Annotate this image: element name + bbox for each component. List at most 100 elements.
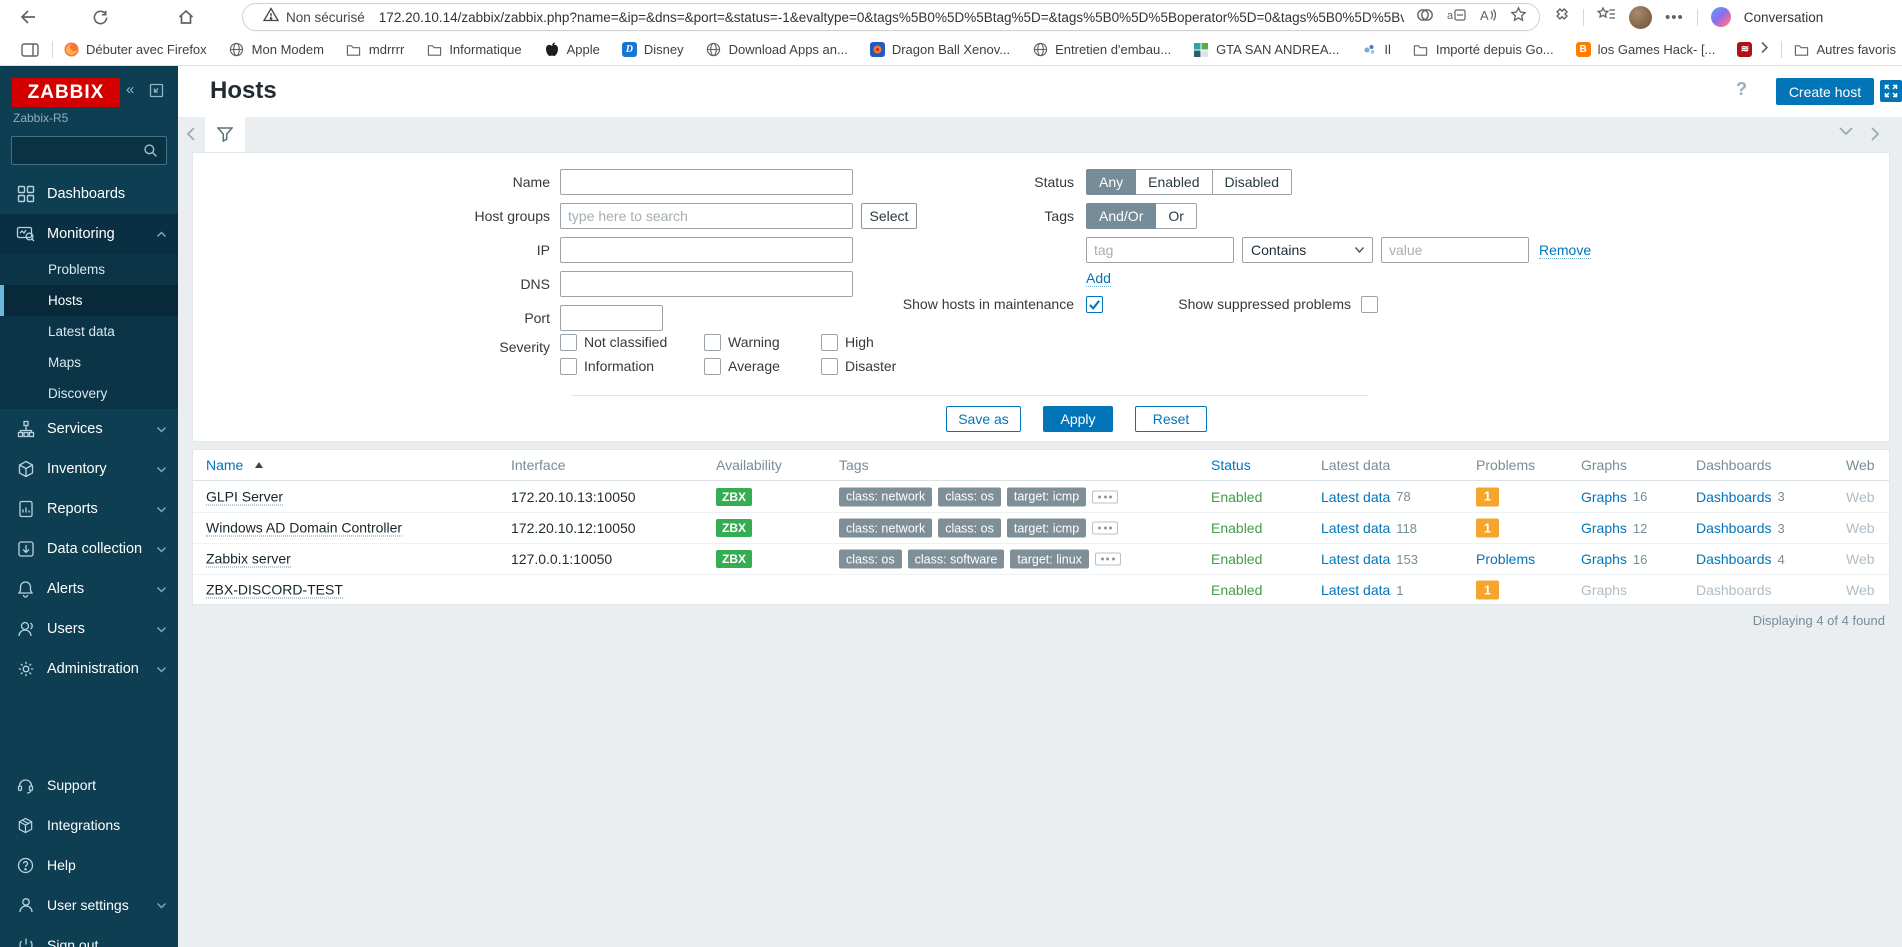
host-name-link[interactable]: Windows AD Domain Controller [206,520,402,537]
sidebar-item-data-collection[interactable]: Data collection [0,529,178,569]
sidebar-item-user-settings[interactable]: User settings [0,885,178,925]
severity-disaster-checkbox[interactable] [821,358,838,375]
graphs-link[interactable]: Graphs [1581,489,1627,505]
bookmark-item[interactable]: Download Apps an... [706,42,848,58]
tags-andor-button[interactable]: And/Or [1086,203,1156,229]
bookmark-item[interactable]: Dragon Ball Xenov... [870,42,1010,57]
sidebar-expand-icon[interactable] [149,83,164,103]
sidebar-search-input[interactable] [12,143,143,158]
bookmark-item[interactable]: Apple [544,42,600,58]
bookmark-item[interactable]: GTA SAN ANDREA... [1193,42,1339,58]
latest-data-link[interactable]: Latest data [1321,520,1390,536]
sidebar-subitem-problems[interactable]: Problems [0,254,178,285]
back-icon[interactable] [16,5,40,29]
sidebar-panel-icon[interactable] [18,38,42,62]
zabbix-logo[interactable]: ZABBIX [12,78,120,107]
sidebar-subitem-hosts[interactable]: Hosts [0,285,178,316]
tag-value-input[interactable] [1381,237,1529,263]
sidebar-collapse-icon[interactable]: « [126,81,134,98]
profile-avatar[interactable] [1629,6,1652,29]
filter-tab[interactable] [205,117,245,152]
reset-button[interactable]: Reset [1135,406,1207,432]
sidebar-item-users[interactable]: Users [0,609,178,649]
apply-button[interactable]: Apply [1043,406,1113,432]
sidebar-item-help[interactable]: Help [0,845,178,885]
status-enabled-link[interactable]: Enabled [1211,582,1262,598]
bookmark-item[interactable]: mdrrrr [346,42,404,58]
bookmark-item[interactable]: Informatique [426,42,521,58]
more-tags-button[interactable] [1092,490,1118,503]
sidebar-item-alerts[interactable]: Alerts [0,569,178,609]
remove-tag-link[interactable]: Remove [1539,242,1591,259]
status-enabled-link[interactable]: Enabled [1211,520,1262,536]
split-screen-icon[interactable] [1416,6,1434,29]
dashboards-link[interactable]: Dashboards [1696,520,1772,536]
create-host-button[interactable]: Create host [1776,78,1874,105]
status-disabled-button[interactable]: Disabled [1213,169,1292,195]
copilot-label[interactable]: Conversation [1744,10,1824,25]
severity-not-classified-checkbox[interactable] [560,334,577,351]
favorite-star-icon[interactable] [1510,6,1527,28]
graphs-link[interactable]: Graphs [1581,551,1627,567]
problems-count-badge[interactable]: 1 [1476,487,1499,506]
name-filter-input[interactable] [560,169,853,195]
column-header-status[interactable]: Status [1211,457,1251,473]
sidebar-item-inventory[interactable]: Inventory [0,449,178,489]
latest-data-link[interactable]: Latest data [1321,582,1390,598]
sidebar-subitem-maps[interactable]: Maps [0,347,178,378]
sidebar-item-integrations[interactable]: Integrations [0,805,178,845]
host-name-link[interactable]: ZBX-DISCORD-TEST [206,582,343,599]
severity-high-checkbox[interactable] [821,334,838,351]
bookmark-item[interactable]: Il [1361,42,1391,58]
bookmark-item[interactable]: ≋ Les Echos [1737,42,1759,57]
bookmark-item[interactable]: Entretien d'embau... [1032,42,1171,58]
bookmark-item[interactable]: B los Games Hack- [... [1576,42,1716,57]
sidebar-item-reports[interactable]: Reports [0,489,178,529]
save-as-button[interactable]: Save as [946,406,1021,432]
dashboards-link[interactable]: Dashboards [1696,551,1772,567]
sidebar-item-sign-out[interactable]: Sign out [0,925,178,947]
bookmark-item[interactable]: Importé depuis Go... [1413,42,1554,58]
read-aloud-icon[interactable]: A [1479,7,1497,28]
status-enabled-button[interactable]: Enabled [1136,169,1212,195]
address-bar[interactable]: Non sécurisé 172.20.10.14/zabbix/zabbix.… [242,3,1540,31]
sidebar-item-monitoring[interactable]: Monitoring [0,214,178,254]
severity-warning-checkbox[interactable] [704,334,721,351]
show-hosts-in-maintenance-checkbox[interactable] [1086,296,1103,313]
sidebar-subitem-latest-data[interactable]: Latest data [0,316,178,347]
chevron-right-icon[interactable] [1870,126,1880,142]
url-text[interactable]: 172.20.10.14/zabbix/zabbix.php?name=&ip=… [379,10,1404,25]
latest-data-link[interactable]: Latest data [1321,551,1390,567]
show-suppressed-problems-checkbox[interactable] [1361,296,1378,313]
sidebar-item-services[interactable]: Services [0,409,178,449]
severity-information-checkbox[interactable] [560,358,577,375]
problems-count-badge[interactable]: 1 [1476,519,1499,538]
port-filter-input[interactable] [560,305,663,331]
sidebar-item-administration[interactable]: Administration [0,649,178,689]
tags-or-button[interactable]: Or [1156,203,1197,229]
tag-name-input[interactable] [1086,237,1234,263]
status-any-button[interactable]: Any [1086,169,1136,195]
host-groups-input[interactable] [560,203,853,229]
kiosk-mode-icon[interactable] [1880,80,1902,102]
sidebar-search[interactable] [11,136,167,165]
sidebar-item-dashboards[interactable]: Dashboards [0,174,178,214]
ip-filter-input[interactable] [560,237,853,263]
help-icon[interactable]: ? [1736,79,1747,100]
more-menu-icon[interactable]: ••• [1665,9,1684,26]
graphs-link[interactable]: Graphs [1581,520,1627,536]
host-name-link[interactable]: Zabbix server [206,551,291,568]
dashboards-link[interactable]: Dashboards [1696,489,1772,505]
problems-link[interactable]: Problems [1476,551,1535,567]
extensions-icon[interactable] [1552,6,1570,29]
problems-count-badge[interactable]: 1 [1476,581,1499,600]
security-label[interactable]: Non sécurisé [286,10,365,25]
bookmarks-overflow-chevron[interactable] [1760,41,1769,59]
select-button[interactable]: Select [861,203,917,229]
home-icon[interactable] [174,5,198,29]
severity-average-checkbox[interactable] [704,358,721,375]
status-enabled-link[interactable]: Enabled [1211,551,1262,567]
column-header-name[interactable]: Name [206,457,263,473]
dns-filter-input[interactable] [560,271,853,297]
favorites-bar-icon[interactable] [1597,6,1616,28]
